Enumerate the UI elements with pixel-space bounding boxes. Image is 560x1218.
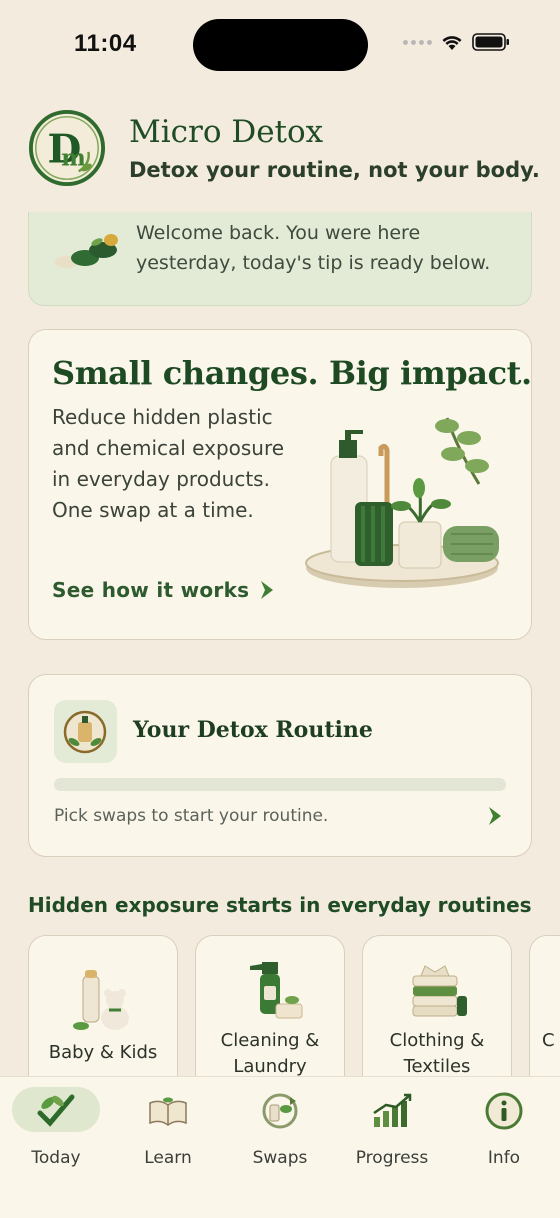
tab-swaps[interactable]: Swaps [224,1085,336,1175]
category-carousel[interactable]: Baby & Kids Cleaning & Laundry Clothing … [28,935,560,1085]
wifi-icon [442,36,462,50]
leaf-check-icon [37,1094,75,1127]
category-card-baby-kids[interactable]: Baby & Kids [28,935,178,1085]
category-card-cleaning-laundry[interactable]: Cleaning & Laundry [195,935,345,1085]
status-bar: 11:04 [0,0,560,92]
routine-title: Your Detox Routine [133,717,373,743]
bottom-tab-bar: Today Learn Swaps Progress Info [0,1076,560,1218]
tab-today[interactable]: Today [0,1085,112,1175]
baby-bottle-teddy-icon [73,970,129,1030]
app-header: D m Micro Detox Detox your routine, not … [28,108,540,192]
hero-link-label: See how it works [52,578,250,602]
open-book-icon [149,1097,187,1126]
soap-bottle-icon [63,710,107,754]
status-time: 11:04 [74,30,137,57]
welcome-text: Welcome back. You were here yesterday, t… [136,222,491,274]
tab-progress[interactable]: Progress [336,1085,448,1175]
info-icon [485,1092,523,1130]
category-label: Clothing & Textiles [389,1030,485,1077]
welcome-banner: Welcome back. You were here yesterday, t… [28,212,532,306]
tab-label: Progress [355,1148,429,1168]
status-icons [403,33,510,51]
hero-title: Small changes. Big impact. [52,354,532,392]
hero-card[interactable]: Small changes. Big impact. Reduce hidden… [28,329,532,640]
category-label: C [542,1030,555,1051]
folded-clothes-icon [412,965,467,1017]
swap-cycle-icon [262,1093,298,1129]
see-how-it-works-link[interactable]: See how it works [52,578,277,602]
category-label: Cleaning & Laundry [220,1030,320,1077]
tab-label: Today [31,1148,81,1168]
routine-icon-container [54,700,117,763]
battery-icon [472,33,509,51]
section-title: Hidden exposure starts in everyday routi… [28,893,532,917]
chevron-right-icon [261,581,274,599]
dynamic-island [193,19,368,71]
tab-label: Swaps [252,1148,308,1168]
category-card-clothing-textiles[interactable]: Clothing & Textiles [362,935,512,1085]
hero-description: Reduce hidden plastic and chemical expos… [52,405,285,522]
category-card-partial[interactable]: C [529,935,560,1085]
detox-routine-card[interactable]: Your Detox Routine Pick swaps to start y… [28,674,532,857]
signal-dots-icon [403,39,432,45]
dm-monogram-logo: D m [28,109,106,187]
app-tagline: Detox your routine, not your body. [129,158,540,182]
bathroom-products-illustration [305,417,499,588]
tab-label: Learn [144,1148,192,1168]
chevron-right-icon[interactable] [485,805,505,827]
tab-info[interactable]: Info [448,1085,560,1175]
routine-hint: Pick swaps to start your routine. [54,806,329,826]
tab-learn[interactable]: Learn [112,1085,224,1175]
app-title: Micro Detox [129,114,324,150]
stones-icon [55,234,118,268]
tab-label: Info [487,1148,521,1168]
growth-chart-icon [373,1093,412,1127]
spray-bottle-icon [250,962,303,1019]
category-label: Baby & Kids [48,1042,158,1063]
routine-progress-bar [54,778,506,791]
